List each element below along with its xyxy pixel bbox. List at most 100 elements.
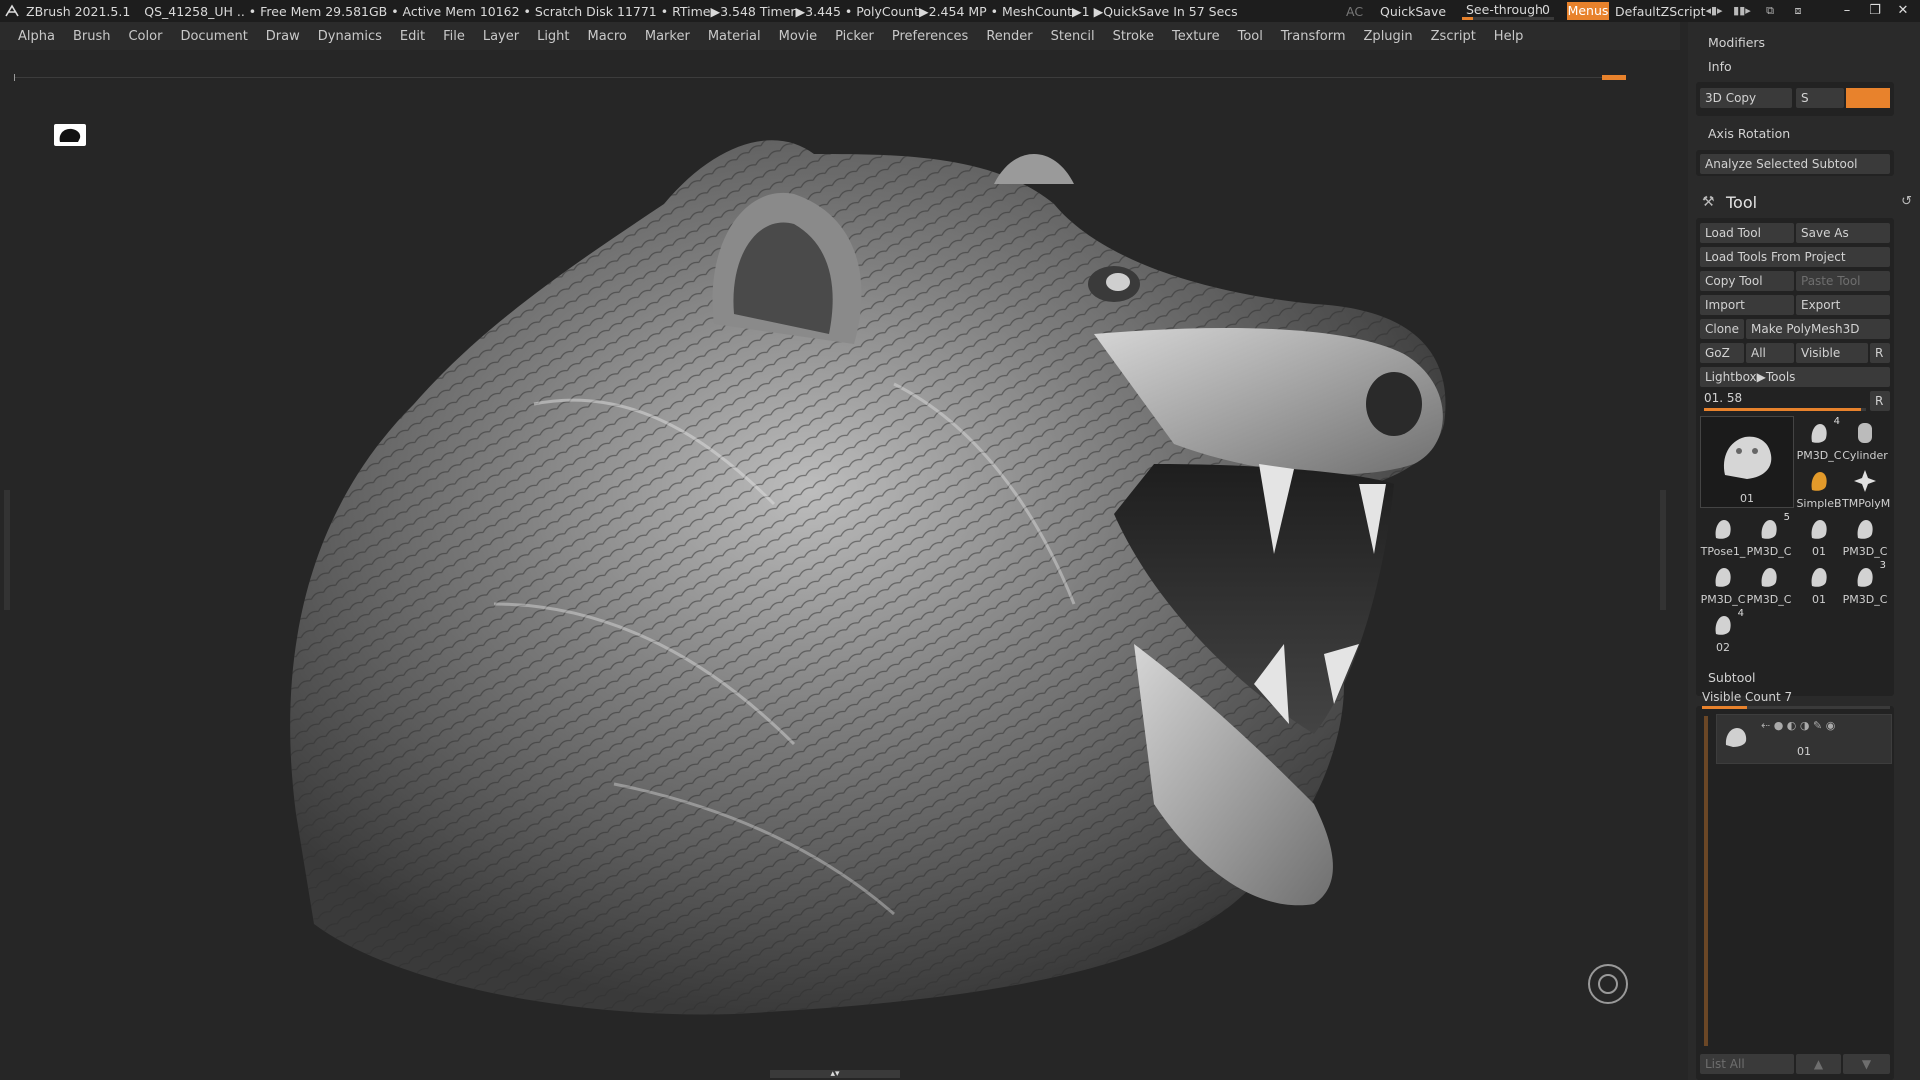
menu-zscript[interactable]: Zscript xyxy=(1422,29,1485,44)
menu-file[interactable]: File xyxy=(434,29,474,44)
menu-render[interactable]: Render xyxy=(977,29,1041,44)
tool-thumbnail-label: PM3D_C xyxy=(1796,449,1842,462)
ac-label: AC xyxy=(1346,3,1364,19)
copy-number-field[interactable] xyxy=(1846,88,1890,108)
s-button[interactable]: S xyxy=(1796,88,1844,108)
menu-layer[interactable]: Layer xyxy=(474,29,528,44)
menu-color[interactable]: Color xyxy=(119,29,171,44)
menu-tool[interactable]: Tool xyxy=(1229,29,1272,44)
menu-material[interactable]: Material xyxy=(699,29,770,44)
subtool-item[interactable]: ⇠ ● ◐ ◑ ✎ ◉ 01 xyxy=(1716,714,1892,764)
menu-macro[interactable]: Macro xyxy=(579,29,636,44)
axis-rotation-label[interactable]: Axis Rotation xyxy=(1708,126,1790,141)
info-label[interactable]: Info xyxy=(1708,59,1732,74)
menu-preferences[interactable]: Preferences xyxy=(883,29,977,44)
window-tile-icon[interactable]: ⧉ xyxy=(1761,4,1779,17)
menu-movie[interactable]: Movie xyxy=(770,29,826,44)
menu-draw[interactable]: Draw xyxy=(257,29,309,44)
menu-stroke[interactable]: Stroke xyxy=(1104,29,1163,44)
menus-toggle[interactable]: Menus xyxy=(1567,2,1609,20)
active-tool-label: 01 xyxy=(1740,492,1754,505)
tool-thumbnail-icon xyxy=(1761,568,1777,587)
paste-tool-button[interactable]: Paste Tool xyxy=(1796,271,1890,291)
canvas-viewport[interactable] xyxy=(14,84,1656,1066)
bottom-tray-handle[interactable]: ▴▾ xyxy=(770,1070,900,1079)
tool-thumbnail-label: PM3D_C xyxy=(1746,593,1792,606)
tool-thumbnail[interactable]: Cylinder xyxy=(1842,416,1888,462)
right-tray-handle[interactable] xyxy=(1660,490,1666,610)
menu-light[interactable]: Light xyxy=(528,29,578,44)
menu-dynamics[interactable]: Dynamics xyxy=(309,29,391,44)
menu-transform[interactable]: Transform xyxy=(1272,29,1355,44)
tool-thumbnail[interactable]: PM3D_C xyxy=(1842,512,1888,558)
export-button[interactable]: Export xyxy=(1796,295,1890,315)
menu-alpha[interactable]: Alpha xyxy=(0,29,64,44)
menu-document[interactable]: Document xyxy=(171,29,256,44)
tool-title[interactable]: Tool xyxy=(1726,193,1757,212)
camera-view-icon[interactable] xyxy=(54,124,86,146)
quicksave-button[interactable]: QuickSave xyxy=(1380,0,1446,22)
tool-thumbnail[interactable]: TMPolyM xyxy=(1842,464,1891,510)
menu-marker[interactable]: Marker xyxy=(636,29,699,44)
see-through-slider[interactable]: See-through 0 xyxy=(1462,0,1554,22)
tool-thumbnail[interactable]: PM3D_C 5 xyxy=(1746,512,1792,558)
3d-copy-button[interactable]: 3D Copy xyxy=(1700,88,1792,108)
load-tool-button[interactable]: Load Tool xyxy=(1700,223,1794,243)
menu-texture[interactable]: Texture xyxy=(1163,29,1229,44)
menu-brush[interactable]: Brush xyxy=(64,29,120,44)
tool-thumbnail[interactable]: 02 4 xyxy=(1700,608,1746,654)
layout-next-icon[interactable]: ▮▮▸ xyxy=(1733,4,1751,17)
goz-r-button[interactable]: R xyxy=(1870,343,1890,363)
goz-all-button[interactable]: All xyxy=(1746,343,1794,363)
goz-button[interactable]: GoZ xyxy=(1700,343,1744,363)
restore-icon[interactable]: ❐ xyxy=(1864,2,1886,20)
tool-slider[interactable] xyxy=(1704,408,1866,411)
move-down-icon[interactable]: ▼ xyxy=(1843,1054,1890,1074)
tool-thumbnail-label: TMPolyM xyxy=(1842,497,1891,510)
minimize-icon[interactable]: – xyxy=(1836,2,1858,20)
modifiers-label[interactable]: Modifiers xyxy=(1708,35,1765,50)
clone-button[interactable]: Clone xyxy=(1700,319,1744,339)
lightbox-tools-button[interactable]: Lightbox▶Tools xyxy=(1700,367,1890,387)
subtool-scrollbar[interactable] xyxy=(1704,716,1708,1046)
left-tray-handle[interactable] xyxy=(4,490,10,610)
list-all-button[interactable]: List All xyxy=(1700,1054,1794,1074)
active-tool-thumbnail[interactable]: 01 xyxy=(1700,416,1794,508)
move-up-icon[interactable]: ▲ xyxy=(1796,1054,1841,1074)
window-swap-icon[interactable]: ⧈ xyxy=(1789,4,1807,17)
menu-help[interactable]: Help xyxy=(1485,29,1533,44)
load-tools-from-project-button[interactable]: Load Tools From Project xyxy=(1700,247,1890,267)
subtool-title[interactable]: Subtool xyxy=(1708,670,1755,685)
tool-thumbnail[interactable]: PM3D_C 4 xyxy=(1796,416,1842,462)
tool-thumbnail-count: 4 xyxy=(1737,608,1744,619)
menu-edit[interactable]: Edit xyxy=(391,29,434,44)
default-zscript-button[interactable]: DefaultZScript xyxy=(1615,0,1706,22)
layout-prev-icon[interactable]: ◂▮▸ xyxy=(1705,4,1723,17)
make-polymesh3d-button[interactable]: Make PolyMesh3D xyxy=(1746,319,1890,339)
tool-thumbnail[interactable]: PM3D_C xyxy=(1700,560,1746,606)
visible-count-slider[interactable] xyxy=(1702,706,1890,709)
copy-tool-button[interactable]: Copy Tool xyxy=(1700,271,1794,291)
tool-thumbnail[interactable]: SimpleB xyxy=(1796,464,1842,510)
tool-thumbnail-count: 5 xyxy=(1783,512,1790,523)
refresh-icon[interactable]: ↺ xyxy=(1901,194,1912,209)
tool-thumbnail[interactable]: PM3D_C 3 xyxy=(1842,560,1888,606)
gyro-navigation-icon[interactable] xyxy=(1588,964,1628,1004)
save-as-button[interactable]: Save As xyxy=(1796,223,1890,243)
goz-visible-button[interactable]: Visible xyxy=(1796,343,1868,363)
menu-stencil[interactable]: Stencil xyxy=(1042,29,1104,44)
tool-thumbnail[interactable]: TPose1_ xyxy=(1700,512,1746,558)
import-button[interactable]: Import xyxy=(1700,295,1794,315)
tool-r-button[interactable]: R xyxy=(1870,391,1890,411)
tool-thumbnail[interactable]: 01 xyxy=(1796,512,1842,558)
tool-thumbnail[interactable]: PM3D_C xyxy=(1746,560,1792,606)
subtool-visibility-icons[interactable]: ⇠ ● ◐ ◑ ✎ ◉ xyxy=(1761,719,1835,732)
close-icon[interactable]: ✕ xyxy=(1892,2,1914,20)
menu-picker[interactable]: Picker xyxy=(826,29,883,44)
bear-thumbnail-icon xyxy=(1723,436,1772,479)
menu-zplugin[interactable]: Zplugin xyxy=(1355,29,1422,44)
analyze-subtool-button[interactable]: Analyze Selected Subtool xyxy=(1700,154,1890,174)
tool-thumbnail[interactable]: 01 xyxy=(1796,560,1842,606)
tool-thumbnail-icon xyxy=(1715,568,1731,587)
status-info: QS_41258_UH .. • Free Mem 29.581GB • Act… xyxy=(144,3,1238,19)
